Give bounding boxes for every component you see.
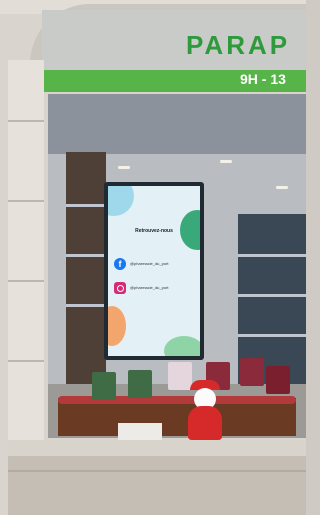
product-bottle xyxy=(266,366,290,394)
facebook-handle: @pharmacie_du_port xyxy=(130,261,169,266)
pillar-seam xyxy=(8,280,44,282)
window-sill xyxy=(8,440,306,456)
decorative-blob xyxy=(164,336,200,356)
shelf-edge xyxy=(238,294,306,297)
digital-display-screen: Retrouvez-nous f @pharmacie_du_port @pha… xyxy=(108,186,200,356)
display-shelf-left xyxy=(66,152,106,402)
stone-base xyxy=(8,456,306,515)
gift-box xyxy=(92,372,116,400)
pillar-seam xyxy=(8,200,44,202)
ceiling-light xyxy=(276,186,288,189)
gift-box xyxy=(128,370,152,398)
storefront-photo: PARAP 9H - 13 Retrouvez-nous f @pharmaci… xyxy=(0,0,306,515)
pillar-seam xyxy=(8,120,44,122)
facebook-icon: f xyxy=(114,258,126,270)
opening-hours-text: 9H - 13 xyxy=(240,71,286,87)
stone-seam xyxy=(8,470,306,472)
screen-title: Retrouvez-nous xyxy=(135,228,173,234)
store-ceiling xyxy=(48,94,306,154)
ceiling-light xyxy=(220,160,232,163)
gift-bag xyxy=(168,362,192,390)
window-notice-card xyxy=(118,423,162,441)
decorative-blob xyxy=(108,306,126,346)
shelf-edge xyxy=(66,304,106,307)
instagram-handle: @pharmacie_du_port xyxy=(130,285,169,290)
instagram-icon-lens xyxy=(117,285,124,292)
ceiling-light xyxy=(118,166,130,169)
santa-doll xyxy=(188,406,222,440)
gift-bag xyxy=(240,358,264,386)
store-sign-text: PARAP xyxy=(186,30,291,60)
shelf-edge xyxy=(66,254,106,257)
pillar-seam xyxy=(8,360,44,362)
shelf-edge xyxy=(66,204,106,207)
shelf-edge xyxy=(238,334,306,337)
instagram-icon xyxy=(114,282,126,294)
decorative-blob xyxy=(108,186,134,216)
shelf-edge xyxy=(238,254,306,257)
